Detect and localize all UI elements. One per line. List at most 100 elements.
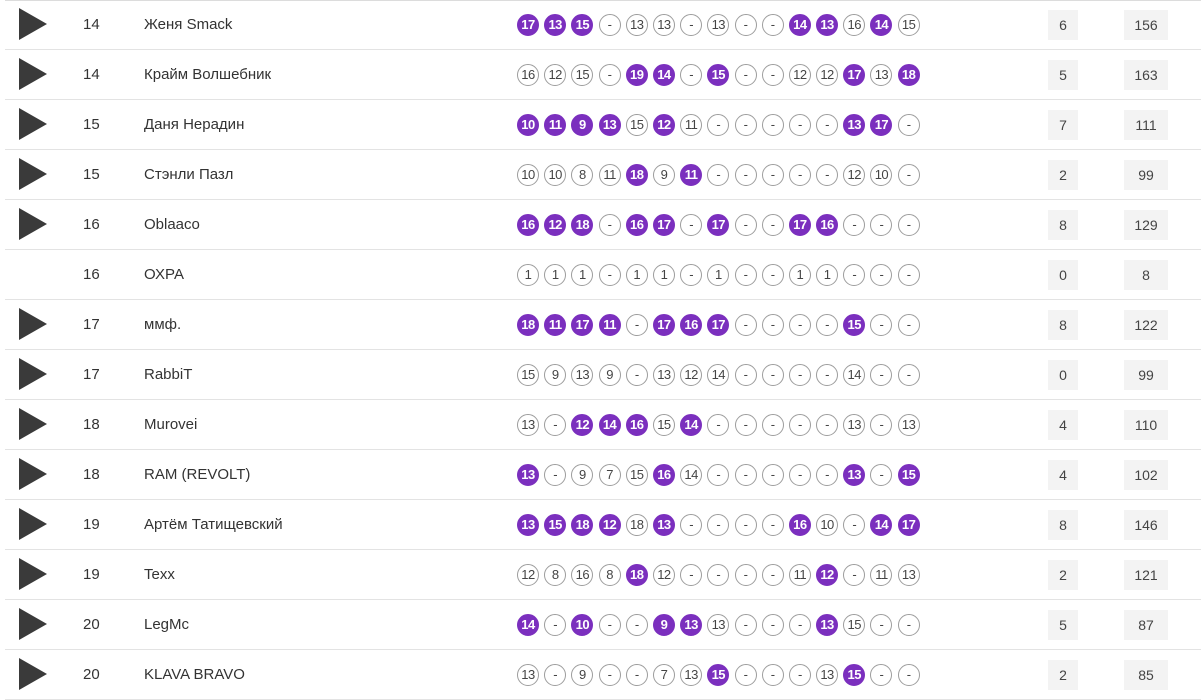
score-badge: 11	[870, 563, 893, 586]
score-badge: 8	[544, 563, 567, 586]
score-badge: -	[707, 163, 730, 186]
score-badge: 14	[707, 363, 730, 386]
play-button[interactable]	[19, 358, 47, 390]
score-badge: -	[788, 613, 811, 636]
score-badge-highlighted: 17	[707, 213, 730, 236]
table-row: 16 ОХРА 1 1 1-1 1-1- -1 1- - -0 8	[5, 250, 1201, 300]
score-badge: -	[843, 213, 866, 236]
total-cell: 129	[1124, 210, 1168, 240]
score-badge: -	[788, 663, 811, 686]
score-badge: 15	[625, 113, 648, 136]
play-triangle-icon	[19, 508, 47, 540]
score-badge: -	[598, 613, 621, 636]
play-triangle-icon	[19, 608, 47, 640]
score-list: 10 11 9 13 15 12 11- - - - -13 17-	[517, 100, 925, 149]
score-badge-highlighted: 18	[571, 513, 594, 536]
score-badge-highlighted: 16	[680, 313, 703, 336]
count-cell: 2	[1048, 660, 1078, 690]
score-badge: -	[870, 363, 893, 386]
score-badge: -	[843, 563, 866, 586]
play-button[interactable]	[19, 608, 47, 640]
score-badge: 13	[652, 363, 675, 386]
score-badge: 13	[571, 363, 594, 386]
play-button[interactable]	[19, 408, 47, 440]
play-button[interactable]	[19, 8, 47, 40]
score-list: 16 12 15-19 14-15- -12 12 17 13 18	[517, 50, 925, 99]
score-list: 16 12 18-16 17-17- -17 16- - -	[517, 200, 925, 249]
score-badge-highlighted: 10	[571, 613, 594, 636]
score-badge: -	[598, 663, 621, 686]
score-badge: -	[761, 463, 784, 486]
score-badge: -	[734, 513, 757, 536]
total-cell: 102	[1124, 460, 1168, 490]
score-badge-highlighted: 13	[598, 113, 621, 136]
score-badge-highlighted: 14	[870, 513, 893, 536]
score-badge: -	[761, 613, 784, 636]
score-badge: -	[734, 113, 757, 136]
table-row: 20 KLAVA BRAVO 13-9- -7 13 15- - -13 15- -2 85	[5, 650, 1201, 700]
play-button[interactable]	[19, 208, 47, 240]
score-badge-highlighted: 17	[571, 313, 594, 336]
score-badge: -	[680, 13, 703, 36]
score-badge: 1	[788, 263, 811, 286]
score-badge: 13	[870, 63, 893, 86]
score-badge-highlighted: 12	[544, 213, 567, 236]
score-badge-highlighted: 19	[625, 63, 648, 86]
score-list: 13 15 18 12 18 13- - - -16 10-14 17	[517, 500, 925, 549]
score-badge: -	[761, 263, 784, 286]
play-button[interactable]	[19, 308, 47, 340]
results-table: 14 Женя Smack 17 13 15-13 13-13- -14 13 16 14 15 6 1…	[5, 0, 1201, 700]
score-badge-highlighted: 16	[816, 213, 839, 236]
score-badge: 12	[680, 363, 703, 386]
score-badge: -	[625, 613, 648, 636]
score-badge: 11	[598, 163, 621, 186]
participant-name: RabbiT	[144, 366, 193, 383]
table-row: 20 LegMc 14-10- -9 13 13- - -13 15- -5 87	[5, 600, 1201, 650]
score-badge: -	[734, 363, 757, 386]
place-number: 20	[83, 666, 100, 683]
total-cell: 85	[1124, 660, 1168, 690]
score-badge: -	[843, 513, 866, 536]
score-badge: 9	[544, 363, 567, 386]
score-badge: -	[544, 463, 567, 486]
score-badge: 10	[816, 513, 839, 536]
play-button[interactable]	[19, 458, 47, 490]
score-badge: -	[816, 313, 839, 336]
count-cell: 6	[1048, 10, 1078, 40]
score-badge: -	[897, 113, 920, 136]
score-badge-highlighted: 14	[598, 413, 621, 436]
score-badge: -	[897, 163, 920, 186]
score-badge-highlighted: 17	[870, 113, 893, 136]
score-badge-highlighted: 12	[598, 513, 621, 536]
score-badge: 15	[571, 63, 594, 86]
score-badge-highlighted: 13	[816, 13, 839, 36]
total-cell: 146	[1124, 510, 1168, 540]
score-badge: 13	[680, 663, 703, 686]
score-badge: 12	[816, 63, 839, 86]
score-badge: 16	[517, 63, 539, 86]
play-button[interactable]	[19, 58, 47, 90]
play-triangle-icon	[19, 558, 47, 590]
play-button[interactable]	[19, 158, 47, 190]
score-badge: -	[734, 563, 757, 586]
score-badge: 15	[843, 613, 866, 636]
play-button[interactable]	[19, 658, 47, 690]
score-badge-highlighted: 13	[517, 463, 539, 486]
score-badge: -	[843, 263, 866, 286]
count-cell: 0	[1048, 260, 1078, 290]
play-triangle-icon	[19, 208, 47, 240]
count-cell: 0	[1048, 360, 1078, 390]
score-badge-highlighted: 14	[517, 613, 539, 636]
play-button[interactable]	[19, 108, 47, 140]
score-badge: 13	[707, 13, 730, 36]
play-button[interactable]	[19, 508, 47, 540]
score-badge-highlighted: 16	[788, 513, 811, 536]
count-cell: 8	[1048, 310, 1078, 340]
score-badge: 13	[897, 413, 920, 436]
score-badge: -	[761, 13, 784, 36]
score-badge: -	[788, 113, 811, 136]
score-badge: -	[734, 163, 757, 186]
table-row: 15 Даня Нерадин 10 11 9 13 15 12 11- - - - -13 17-7 11…	[5, 100, 1201, 150]
play-triangle-icon	[19, 358, 47, 390]
play-button[interactable]	[19, 558, 47, 590]
